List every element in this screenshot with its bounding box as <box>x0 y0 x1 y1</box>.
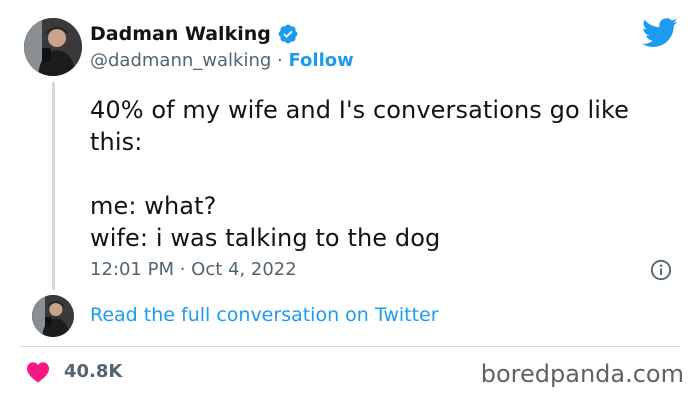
twitter-bird-icon[interactable] <box>642 18 678 48</box>
tweet-card: Dadman Walking @dadmann_walking · Follow… <box>0 0 700 400</box>
info-icon[interactable] <box>650 259 672 281</box>
thread-line <box>52 82 55 290</box>
author-avatar-image <box>24 18 82 76</box>
author-name-row: Dadman Walking <box>90 22 299 46</box>
like-count: 40.8K <box>64 361 123 382</box>
tweet-timestamp[interactable]: 12:01 PM · Oct 4, 2022 <box>90 258 297 282</box>
divider <box>20 346 680 347</box>
read-full-conversation-link[interactable]: Read the full conversation on Twitter <box>90 303 439 327</box>
reply-avatar[interactable] <box>32 295 74 337</box>
tweet-text: 40% of my wife and I's conversations go … <box>90 96 630 252</box>
verified-badge-icon <box>278 24 298 44</box>
author-handle[interactable]: @dadmann_walking <box>90 50 271 71</box>
reply-avatar-image <box>32 295 74 337</box>
handle-separator: · <box>277 50 283 71</box>
author-avatar[interactable] <box>24 18 82 76</box>
author-display-name[interactable]: Dadman Walking <box>90 22 271 46</box>
heart-icon <box>27 362 49 383</box>
follow-button[interactable]: Follow <box>288 50 353 71</box>
watermark: boredpanda.com <box>480 360 684 388</box>
like-button[interactable]: 40.8K <box>26 360 122 384</box>
author-handle-row: @dadmann_walking · Follow <box>90 49 354 73</box>
